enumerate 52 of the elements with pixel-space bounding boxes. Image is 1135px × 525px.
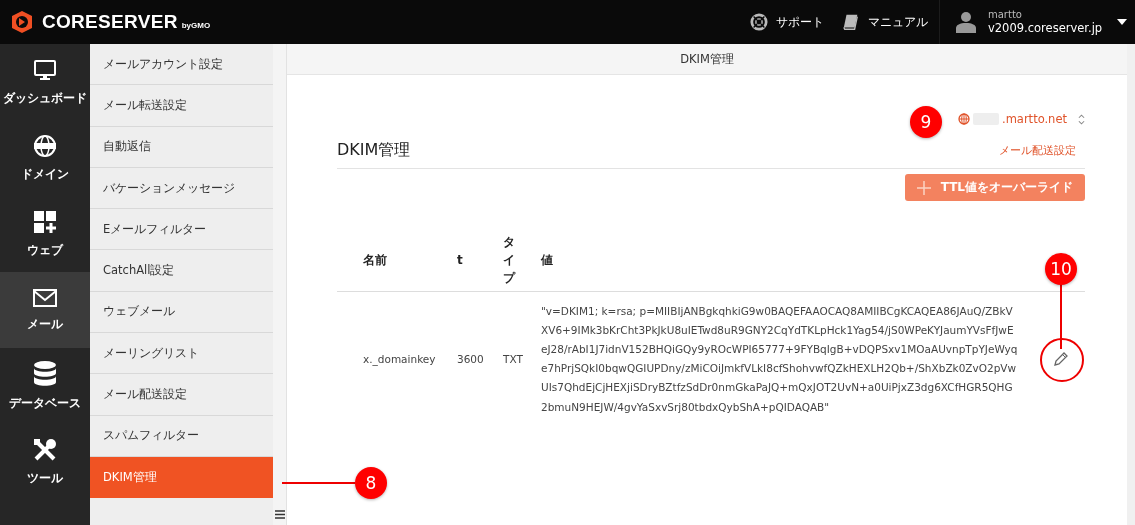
column-header: t <box>457 253 463 267</box>
book-icon <box>842 13 860 31</box>
sidebar-label: ツール <box>27 469 63 487</box>
sidebar-item[interactable]: ツール <box>0 424 90 500</box>
table-cell-text: "v=DKIM1; k=rsa; p=MIIBIjANBgkqhkiG9w0BAQEFAAOCAQ8AMIIBCgKCAQEA86JAuQ/ZBkVXV6+9IMk3bKrCht3PkJkU8uIETwd8uR9GNY2CqYdTKLpHck1Yag54/jS0WPeKYJaumYVsFfJwEeJ28/rAbI1J7idnV152BHQiGQy9yROcWPI65777+9FYBqIgB+vDQPSxv1MOaAUvnpTpYJeWyqe7hPrjSQkI0bqwQGIUPDny/zMiCOiJmkfVLkI8cfShohvwfQZkHEXLH2Qb+/ShXbZk0ZvO2pVwUIs7QhdEjCjHEXjiSDryBZtfzSdDr0nmGkaPaJQ+mQxJOT2UvN+a0UiPjxZ3dg6XCfHGR5QHG2bmuN9HEJW/4gvYaSxvSrj80tbdxQybShA+pQIDAQAB" <box>541 304 1019 415</box>
grid-plus-icon <box>33 209 57 234</box>
highlight-circle <box>1040 338 1084 382</box>
sidebar-item[interactable]: ウェブ <box>0 196 90 272</box>
www-globe-icon <box>33 133 57 158</box>
column-header: タイプ <box>503 234 515 287</box>
chevron-icon <box>1078 113 1085 125</box>
header-link[interactable]: サポート <box>750 13 824 31</box>
caret-icon <box>1117 19 1127 25</box>
user-icon <box>956 11 976 33</box>
monitor-icon <box>33 57 57 82</box>
sidebar-item[interactable]: ダッシュボード <box>0 44 90 120</box>
menu-icon[interactable] <box>274 510 285 519</box>
column-header: 名前 <box>363 252 387 267</box>
column-header: 値 <box>541 252 553 267</box>
sidebar-label: ドメイン <box>21 165 69 183</box>
sidebar-label: メール <box>27 315 63 333</box>
link[interactable]: メール配送設定 <box>999 143 1076 158</box>
table-cell: x._domainkey <box>363 353 436 366</box>
callout-number: 8 <box>355 467 387 499</box>
logo-text: CORESERVER <box>42 11 178 33</box>
edit-icon[interactable] <box>1053 351 1069 368</box>
section-heading: DKIM管理 <box>337 140 411 161</box>
domain-selector[interactable]: .martto.net <box>958 112 1085 126</box>
lifebuoy-icon <box>750 13 768 31</box>
tools-icon <box>33 437 57 462</box>
table-cell: 3600 <box>457 353 484 366</box>
submenu-item[interactable]: DKIM管理 <box>90 456 273 499</box>
user-name: martto <box>988 8 1023 22</box>
leader-line <box>1060 283 1062 349</box>
sidebar-label: ダッシュボード <box>3 89 87 107</box>
sidebar-label: ウェブ <box>27 241 63 259</box>
sidebar-item[interactable]: データベース <box>0 348 90 424</box>
database-icon <box>33 360 57 387</box>
header-link[interactable]: マニュアル <box>842 13 928 31</box>
globe-icon <box>958 113 970 125</box>
plus-icon <box>916 180 931 195</box>
table-cell: TXT <box>503 353 523 366</box>
sidebar-item[interactable]: ドメイン <box>0 120 90 196</box>
page-title: DKIM管理 <box>287 44 1127 75</box>
envelope-icon <box>33 287 57 308</box>
logo-icon <box>10 10 34 34</box>
sidebar-label: データベース <box>9 394 81 412</box>
callout-number: 9 <box>910 106 942 138</box>
sidebar-item[interactable]: メール <box>0 272 90 348</box>
callout-number: 10 <box>1045 253 1077 285</box>
logo-subtext: byGMO <box>181 21 211 30</box>
server-name: v2009.coreserver.jp <box>988 21 1103 36</box>
